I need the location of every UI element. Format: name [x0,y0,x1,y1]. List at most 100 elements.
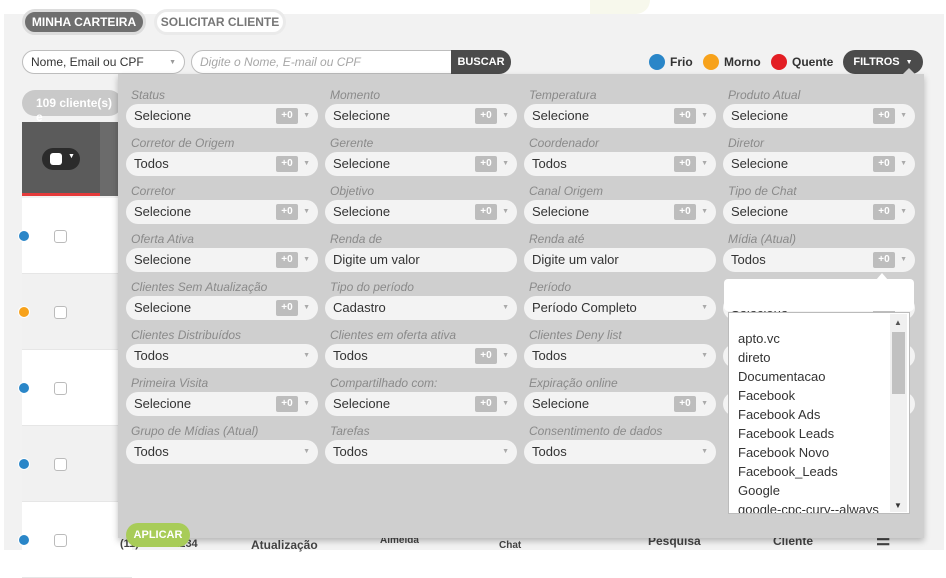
dropdown-option[interactable]: Facebook Ads [738,407,820,422]
filter-label: Corretor de Origem [131,136,235,150]
filter-select[interactable]: Todos ▼ [325,440,517,464]
filter-clientes-deny-list: Clientes Deny list Todos ▼ [524,314,716,368]
dropdown-option[interactable]: Facebook Novo [738,445,829,460]
filter-clientes-distribuidos: Clientes Distribuídos Todos ▼ [126,314,318,368]
filter-label: Compartilhado com: [330,376,438,390]
client-count-badge: 109 cliente(s) e [22,90,122,124]
cold-dot-icon [649,54,665,70]
checkbox-icon [50,153,62,165]
filter-value: Selecione [532,396,590,411]
table-row[interactable] [18,350,132,426]
chevron-down-icon: ▼ [502,112,509,119]
filter-oferta-ativa: Oferta Ativa Selecione +0 ▼ [126,218,318,272]
search-button[interactable]: BUSCAR [451,50,511,74]
temperature-dot-icon [18,458,30,470]
filter-value: Selecione [333,156,391,171]
caret-down-icon: ▼ [905,58,913,66]
filter-value: Todos [532,348,567,363]
legend-cold: Frio [649,54,693,70]
table-row[interactable] [18,198,132,274]
filter-label: Canal Origem [529,184,604,198]
select-all-toggle[interactable]: ▼ [42,148,80,170]
filter-corretor-de-origem: Corretor de Origem Todos +0 ▼ [126,122,318,176]
row-checkbox[interactable] [54,382,67,395]
filter-produto-atual: Produto Atual Selecione +0 ▼ [723,74,915,128]
chevron-down-icon: ▼ [701,160,708,167]
tab-request-client[interactable]: SOLICITAR CLIENTE [154,9,286,35]
legend-cold-label: Frio [670,55,693,69]
chevron-down-icon: ▼ [701,208,708,215]
filter-label: Grupo de Mídias (Atual) [131,424,259,438]
filter-select[interactable]: Todos ▼ [524,440,716,464]
dropdown-option[interactable]: Facebook [738,388,795,403]
dropdown-option[interactable]: direto [738,350,771,365]
dropdown-option[interactable]: apto.vc [738,331,780,346]
chevron-down-icon: ▼ [701,112,708,119]
temperature-dot-icon [18,230,30,242]
scroll-up-icon[interactable]: ▲ [894,318,902,327]
chevron-down-icon: ▼ [502,352,509,359]
filter-label: Tipo do período [330,280,414,294]
warm-dot-icon [703,54,719,70]
filter-periodo: Período Período Completo ▼ [524,266,716,320]
table-row[interactable] [18,426,132,502]
filter-label: Expiração online [529,376,618,390]
row-name: Almeida [380,535,419,546]
dropdown-option[interactable]: google-cpc-cury--always [738,502,879,513]
filter-value: Selecione [134,300,192,315]
tab-my-portfolio[interactable]: MINHA CARTEIRA [22,9,146,35]
app-background: MINHA CARTEIRA SOLICITAR CLIENTE Nome, E… [0,0,946,578]
filter-value: Todos [333,444,368,459]
filter-value: Cadastro [333,300,386,315]
dropdown-option[interactable]: Documentacao [738,369,825,384]
filter-temperatura: Temperatura Selecione +0 ▼ [524,74,716,128]
dropdown-option[interactable]: Facebook_Leads [738,464,838,479]
filter-label: Mídia (Atual) [728,232,797,246]
filter-label: Período [529,280,572,294]
row-checkbox[interactable] [54,230,67,243]
chevron-down-icon: ▼ [68,153,75,160]
temperature-dot-icon [18,534,30,546]
filter-label: Renda até [529,232,585,246]
filter-value: Todos [731,252,766,267]
chevron-down-icon: ▼ [502,160,509,167]
filter-label: Renda de [330,232,383,246]
apply-filters-button[interactable]: APLICAR [126,523,190,547]
filter-label: Clientes Distribuídos [131,328,242,342]
filter-renda-ate: Renda até Digite um valor [524,218,716,272]
legend-warm: Morno [703,54,761,70]
row-checkbox[interactable] [54,534,67,547]
table-row[interactable] [18,274,132,350]
filter-gerente: Gerente Selecione +0 ▼ [325,122,517,176]
filter-select[interactable]: Todos ▼ [126,440,318,464]
table-row[interactable] [18,502,132,578]
filter-label: Produto Atual [728,88,801,102]
dropdown-option[interactable]: Google [738,483,780,498]
search-field-select-value: Nome, Email ou CPF [31,55,144,69]
dropdown-scrollbar[interactable]: ▲ ▼ [890,314,907,512]
filter-status: Status Selecione +0 ▼ [126,74,318,128]
chevron-down-icon: ▼ [303,352,310,359]
filter-value: Selecione [731,204,789,219]
filter-value: Todos [532,156,567,171]
chevron-down-icon: ▼ [303,208,310,215]
temperature-dot-icon [18,382,30,394]
chevron-down-icon: ▼ [900,112,907,119]
media-dropdown-list[interactable]: apto.vc direto Documentacao Facebook Faceboo… [728,312,910,514]
filter-value: Todos [134,444,169,459]
scroll-down-icon[interactable]: ▼ [894,501,902,510]
legend-hot: Quente [771,54,833,70]
filter-label: Tarefas [330,424,370,438]
dropdown-option[interactable]: Facebook Leads [738,426,834,441]
row-checkbox[interactable] [54,306,67,319]
filter-label: Objetivo [330,184,375,198]
media-dropdown-search[interactable] [724,273,914,311]
filter-corretor: Corretor Selecione +0 ▼ [126,170,318,224]
scrollbar-thumb[interactable] [892,332,905,394]
chevron-down-icon: ▼ [303,304,310,311]
chevron-down-icon: ▼ [502,400,509,407]
row-checkbox[interactable] [54,458,67,471]
chevron-down-icon: ▼ [701,352,708,359]
filter-label: Gerente [330,136,374,150]
search-field-select[interactable]: Nome, Email ou CPF ▼ [22,50,185,74]
